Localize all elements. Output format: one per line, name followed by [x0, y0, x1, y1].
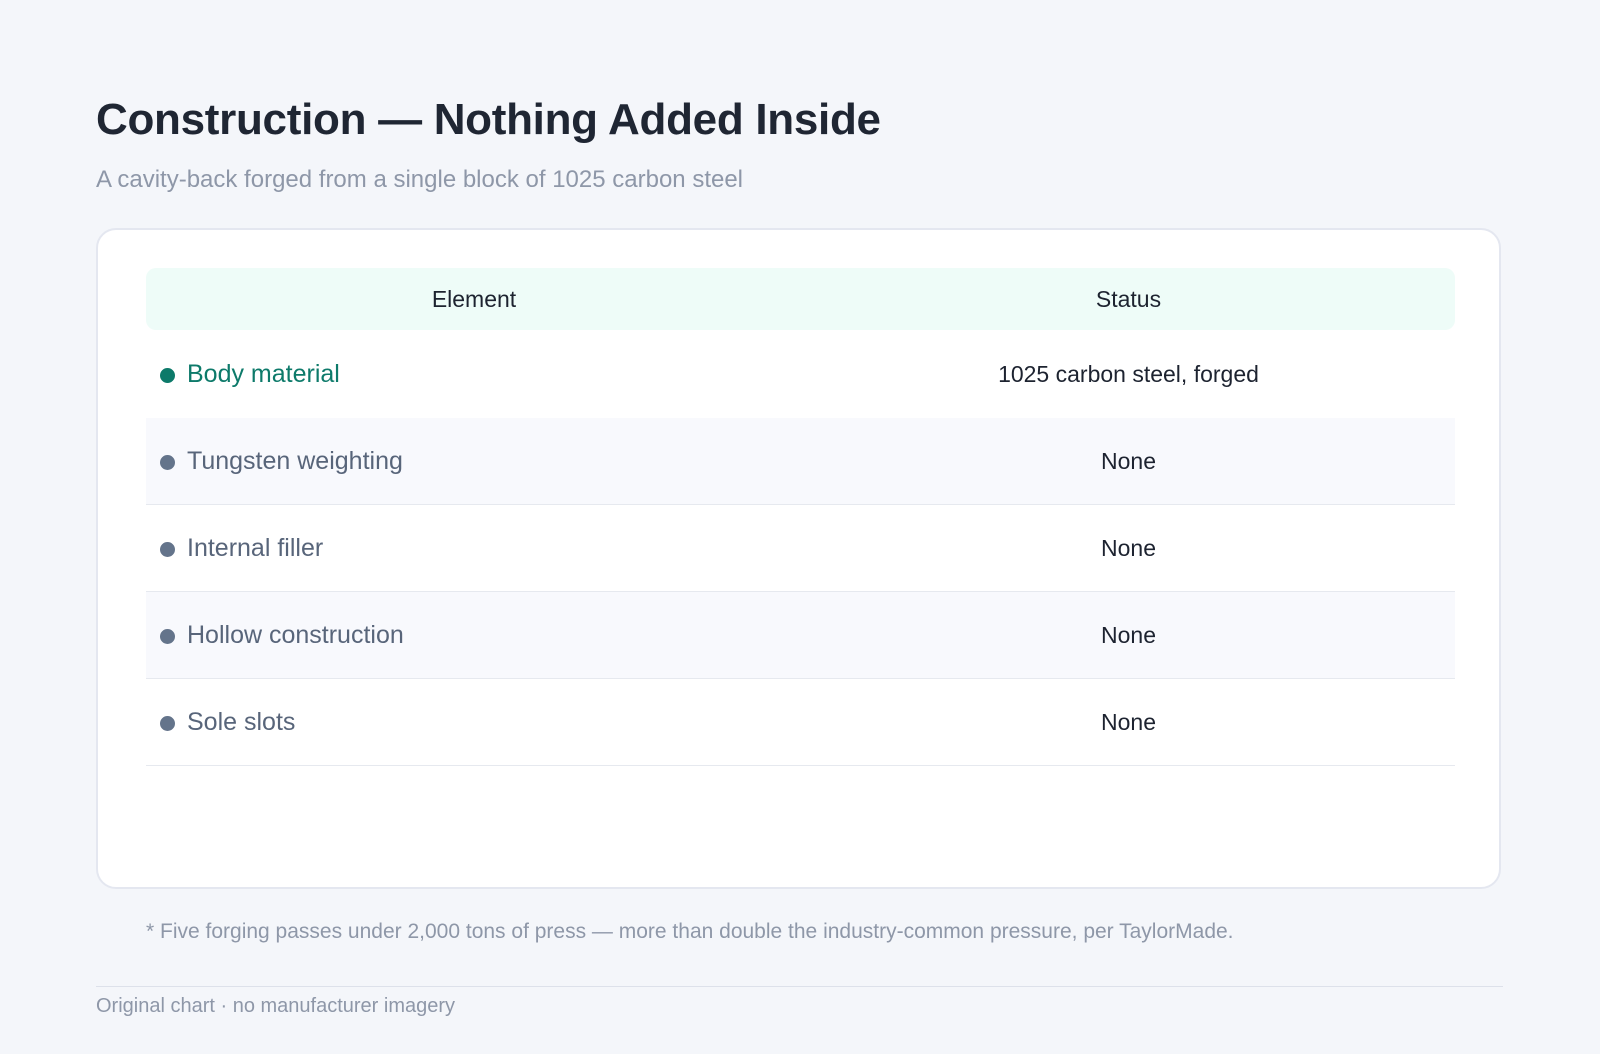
status-value: None — [1101, 447, 1156, 474]
table-row: Body material 1025 carbon steel, forged — [146, 330, 1455, 418]
bullet-dot-icon — [160, 368, 175, 383]
element-cell: Sole slots — [146, 708, 802, 737]
header-element: Element — [431, 285, 517, 312]
element-cell: Hollow construction — [146, 621, 802, 650]
status-cell: 1025 carbon steel, forged — [802, 361, 1455, 388]
table-row: Sole slots None — [146, 679, 1455, 766]
construction-table: Element Status Body material 1025 carbon… — [146, 268, 1455, 766]
element-cell: Tungsten weighting — [146, 447, 802, 476]
footer-divider — [96, 986, 1503, 987]
status-cell: None — [802, 448, 1455, 475]
element-cell: Internal filler — [146, 534, 802, 563]
status-cell: None — [802, 622, 1455, 649]
status-cell: None — [802, 709, 1455, 736]
header-status: Status — [1095, 285, 1162, 312]
element-label: Hollow construction — [187, 620, 404, 649]
table-row: Tungsten weighting None — [146, 418, 1455, 505]
page-title: Construction — Nothing Added Inside — [96, 95, 881, 144]
status-value: None — [1101, 708, 1156, 735]
element-label: Sole slots — [187, 707, 296, 736]
status-value: 1025 carbon steel, forged — [998, 360, 1259, 387]
bullet-dot-icon — [160, 629, 175, 644]
bullet-dot-icon — [160, 455, 175, 470]
status-value: None — [1101, 621, 1156, 648]
status-cell: None — [802, 535, 1455, 562]
bullet-dot-icon — [160, 716, 175, 731]
element-label: Internal filler — [187, 533, 324, 562]
table-row: Hollow construction None — [146, 592, 1455, 679]
table-header: Element Status — [146, 268, 1455, 330]
element-cell: Body material — [146, 360, 802, 389]
table-card: Element Status Body material 1025 carbon… — [96, 228, 1501, 889]
table-row: Internal filler None — [146, 505, 1455, 592]
footer-note: Original chart · no manufacturer imagery — [96, 995, 456, 1017]
bullet-dot-icon — [160, 542, 175, 557]
element-label: Tungsten weighting — [187, 446, 403, 475]
element-label: Body material — [187, 359, 340, 388]
status-value: None — [1101, 534, 1156, 561]
page-subtitle: A cavity-back forged from a single block… — [96, 166, 744, 193]
footnote: * Five forging passes under 2,000 tons o… — [146, 920, 1234, 943]
